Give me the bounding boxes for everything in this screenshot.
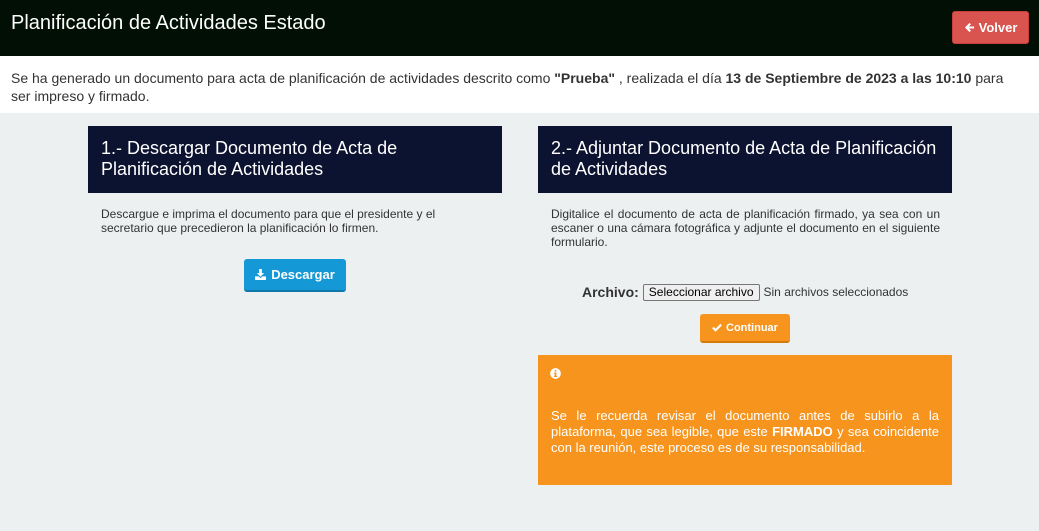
alert-text: Se le recuerda revisar el documento ante… bbox=[551, 408, 939, 456]
file-label: Archivo: bbox=[582, 284, 639, 300]
intro-text-middle: , realizada el día bbox=[615, 70, 726, 86]
intro-text-start: Se ha generado un documento para acta de… bbox=[11, 70, 555, 86]
back-button[interactable]: Volver bbox=[952, 11, 1029, 44]
document-date: 13 de Septiembre de 2023 a las 10:10 bbox=[725, 70, 972, 86]
upload-panel-title: 2.- Adjuntar Documento de Acta de Planif… bbox=[538, 126, 952, 193]
download-icon bbox=[255, 269, 267, 280]
continue-button-label: Continuar bbox=[726, 321, 778, 334]
download-panel-title: 1.- Descargar Documento de Acta de Plani… bbox=[88, 126, 502, 193]
file-select-button[interactable]: Seleccionar archivo bbox=[642, 283, 760, 301]
top-bar: Planificación de Actividades Estado Volv… bbox=[0, 0, 1039, 56]
continue-button[interactable]: Continuar bbox=[700, 314, 790, 343]
info-circle-icon bbox=[550, 368, 561, 379]
download-panel-text: Descargue e imprima el documento para qu… bbox=[101, 207, 436, 235]
arrow-left-icon bbox=[964, 22, 974, 33]
page-title: Planificación de Actividades Estado bbox=[11, 12, 326, 34]
download-button[interactable]: Descargar bbox=[244, 259, 346, 292]
back-button-label: Volver bbox=[978, 20, 1018, 35]
download-button-label: Descargar bbox=[271, 267, 335, 282]
intro-box: Se ha generado un documento para acta de… bbox=[0, 56, 1039, 113]
warning-alert: Se le recuerda revisar el documento ante… bbox=[538, 355, 952, 485]
file-input-row: Archivo: Seleccionar archivo Sin archivo… bbox=[582, 283, 908, 301]
intro-text: Se ha generado un documento para acta de… bbox=[11, 69, 1026, 105]
file-status: Sin archivos seleccionados bbox=[763, 285, 909, 299]
alert-emphasis: FIRMADO bbox=[772, 424, 833, 439]
upload-panel-text: Digitalice el documento de acta de plani… bbox=[551, 207, 940, 249]
document-name: "Prueba" bbox=[554, 70, 615, 86]
check-icon bbox=[712, 323, 722, 332]
